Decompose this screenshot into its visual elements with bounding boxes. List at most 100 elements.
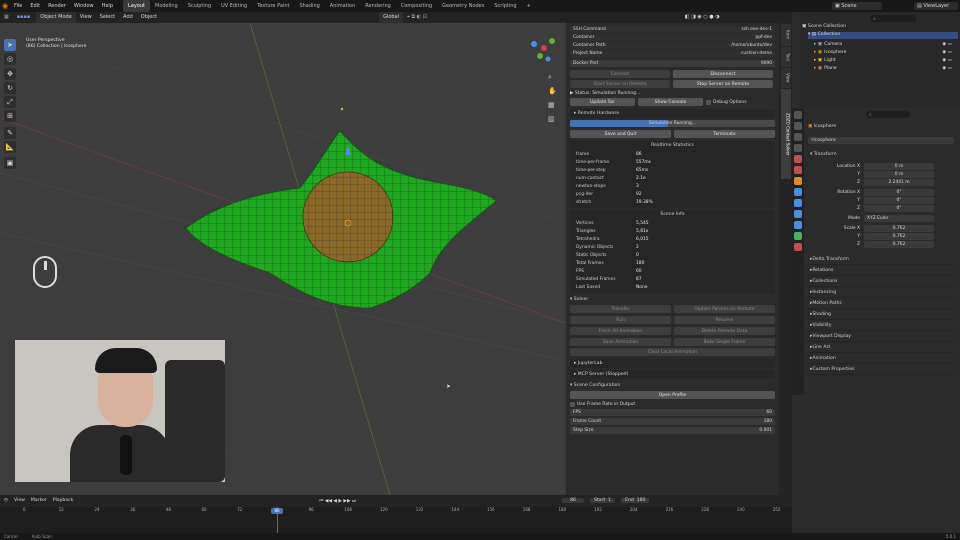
sphere-mesh[interactable] (302, 171, 394, 263)
property-section-header[interactable]: ▸ Instancing (806, 287, 956, 298)
blender-logo-icon[interactable]: ◉ (0, 0, 10, 12)
tab-geometry-nodes[interactable]: Geometry Nodes (437, 0, 489, 12)
scene-selector[interactable]: ▣ Scene (832, 2, 882, 10)
outliner-row-collection[interactable]: ▾ ▤ Collection (808, 32, 958, 39)
tab-compositing[interactable]: Compositing (396, 0, 437, 12)
menu-select[interactable]: Select (96, 12, 119, 23)
property-section-header[interactable]: ▸ Visibility (806, 320, 956, 331)
scale-x-field[interactable]: 0.762 (864, 224, 934, 232)
location-y-field[interactable]: 0 m (864, 170, 934, 178)
playback-controls-icons[interactable]: ⏮ ◀◀ ◀ ▶ ▶▶ ⏭ (319, 498, 356, 504)
location-x-field[interactable]: 0 m (864, 162, 934, 170)
outliner-search-input[interactable]: ⌕ (870, 15, 916, 22)
mcp-server-section[interactable]: ▸ MCP Server (Stopped) (570, 370, 775, 379)
scale-tool-icon[interactable]: ⤢ (4, 96, 16, 108)
solver-section-header[interactable]: ▾ Solver (566, 295, 779, 304)
tab-item[interactable]: Item (780, 24, 791, 46)
debug-options-toggle[interactable]: Debug Options (706, 99, 771, 105)
use-frame-rate-toggle[interactable]: Use Frame Rate in Output (566, 400, 779, 408)
outliner-row-scene-collection[interactable]: ▣ Scene Collection (802, 24, 958, 31)
connect-button[interactable]: Connect (570, 70, 670, 78)
property-section-header[interactable]: ▸ Motion Paths (806, 298, 956, 309)
navigation-gizmo[interactable] (531, 38, 555, 62)
timeline-menu-view[interactable]: View (14, 498, 25, 503)
start-server-button[interactable]: Start Server on Remote (570, 80, 670, 88)
modifier-tab-icon[interactable] (794, 188, 802, 196)
menu-view[interactable]: View (76, 12, 96, 23)
viewlayer-selector[interactable]: ▤ ViewLayer (914, 2, 958, 10)
menu-file[interactable]: File (10, 0, 26, 12)
outliner-row[interactable]: ▸ ▣ Camera ◉ ▭ (814, 41, 958, 48)
world-tab-icon[interactable] (794, 166, 802, 174)
viewport-nav-icons[interactable]: ⌕ ✋ ▦ ▥ (548, 70, 557, 126)
select-mode-icons[interactable]: ▪▪▪▪ (13, 12, 35, 23)
mode-dropdown[interactable]: Object Mode (36, 12, 76, 23)
menu-edit[interactable]: Edit (26, 0, 44, 12)
constraints-tab-icon[interactable] (794, 221, 802, 229)
bake-single-frame-button[interactable]: Bake Single Frame (674, 338, 775, 346)
add-workspace-icon[interactable]: + (522, 0, 536, 12)
show-console-button[interactable]: Show Console (638, 98, 703, 106)
tab-view[interactable]: View (780, 68, 791, 88)
add-cube-tool-icon[interactable]: ▣ (4, 157, 16, 169)
menu-help[interactable]: Help (98, 0, 117, 12)
rotation-z-field[interactable]: 0° (864, 204, 934, 212)
view-layer-tab-icon[interactable] (794, 144, 802, 152)
property-section-header[interactable]: ▸ Relations (806, 265, 956, 276)
open-profile-button[interactable]: Open Profile (570, 391, 775, 399)
tab-tool[interactable]: Tool (780, 47, 791, 67)
property-section-header[interactable]: ▸ Shading (806, 309, 956, 320)
property-section-header[interactable]: ▸ Collections (806, 276, 956, 287)
outliner-row[interactable]: ▸ ▣ Light ◉ ▭ (814, 57, 958, 64)
jupyterlab-section[interactable]: ▸ JupyterLab (570, 359, 775, 368)
timeline-menu-playback[interactable]: Playback (53, 498, 74, 503)
run-button[interactable]: Run (570, 316, 671, 324)
disconnect-button[interactable]: Disconnect (673, 70, 773, 78)
terminate-button[interactable]: Terminate (674, 130, 775, 138)
tool-tab-icon[interactable] (794, 111, 802, 119)
menu-object[interactable]: Object (137, 12, 161, 23)
location-z-field[interactable]: 2.2441 m (864, 178, 934, 186)
annotate-tool-icon[interactable]: ✎ (4, 127, 16, 139)
save-animation-button[interactable]: Save Animation (570, 338, 671, 346)
property-section-header[interactable]: ▸ Custom Properties (806, 364, 956, 375)
stop-server-button[interactable]: Stop Server on Remote (673, 80, 773, 88)
property-section-header[interactable]: ▸ Animation (806, 353, 956, 364)
rotation-y-field[interactable]: 0° (864, 196, 934, 204)
menu-render[interactable]: Render (44, 0, 70, 12)
property-section-header[interactable]: ▸ Delta Transform (806, 254, 956, 265)
update-ssr-button[interactable]: Update Ssr (570, 98, 635, 106)
select-tool-icon[interactable]: ➤ (4, 39, 16, 51)
data-tab-icon[interactable] (794, 232, 802, 240)
object-tab-icon[interactable] (794, 177, 802, 185)
3d-viewport[interactable]: User Perspective (86) Collection | Icosp… (0, 23, 566, 495)
tab-zozo-contact-solver[interactable]: ZOZO Contact Solver (780, 89, 791, 179)
transform-tool-icon[interactable]: ⊞ (4, 110, 16, 122)
ssh-command-field[interactable]: ssh exe-dev-1 (742, 27, 772, 32)
step-size-field[interactable]: Step Size 0.001 (570, 427, 775, 434)
tab-scripting[interactable]: Scripting (489, 0, 521, 12)
render-tab-icon[interactable] (794, 122, 802, 130)
timeline-menu-marker[interactable]: Marker (31, 498, 47, 503)
move-tool-icon[interactable]: ✥ (4, 68, 16, 80)
update-params-button[interactable]: Update Params on Remote (674, 305, 775, 313)
tab-uv-editing[interactable]: UV Editing (216, 0, 252, 12)
tab-rendering[interactable]: Rendering (360, 0, 396, 12)
container-field[interactable]: ppf-dev (755, 35, 772, 40)
outliner-row[interactable]: ▸ ▣ Plane ◉ ▭ (814, 65, 958, 72)
eye-icon[interactable]: ◉ ▭ (942, 58, 952, 63)
transfer-button[interactable]: Transfer (570, 305, 671, 313)
measure-tool-icon[interactable]: 📐 (4, 141, 16, 153)
resume-button[interactable]: Resume (674, 316, 775, 324)
start-frame-field[interactable]: Start 1 (589, 498, 616, 503)
tab-sculpting[interactable]: Sculpting (183, 0, 216, 12)
editor-type-icon[interactable]: ▦ (0, 12, 13, 23)
remote-hardware-section[interactable]: ▸ Remote Hardware (570, 109, 775, 118)
menu-window[interactable]: Window (70, 0, 98, 12)
shading-icons[interactable]: ◧ ◨ ◉ ○ ● ◑ (681, 12, 724, 23)
clear-local-animation-button[interactable]: Clear Local Animation (570, 348, 775, 356)
output-tab-icon[interactable] (794, 133, 802, 141)
tab-animation[interactable]: Animation (325, 0, 361, 12)
end-frame-field[interactable]: End 180 (621, 498, 650, 503)
menu-add[interactable]: Add (119, 12, 137, 23)
